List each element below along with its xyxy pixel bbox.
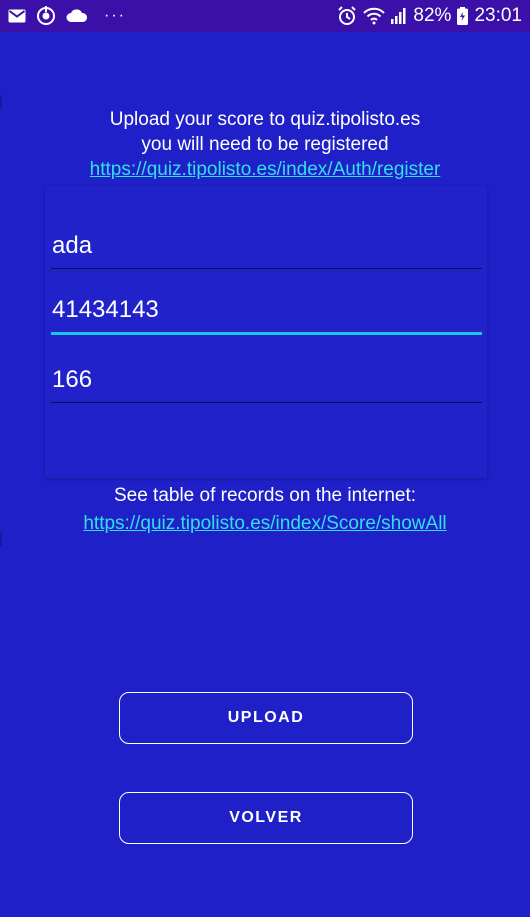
upload-intro: Upload your score to quiz.tipolisto.es y… [0, 107, 530, 182]
score-value: 166 [52, 366, 93, 393]
upload-button[interactable]: UPLOAD [119, 692, 413, 744]
status-more-dots: ··· [104, 7, 126, 24]
alarm-icon [337, 6, 357, 26]
status-bar-left: ··· [8, 6, 126, 26]
records-link[interactable]: https://quiz.tipolisto.es/index/Score/sh… [83, 513, 446, 534]
clock-time: 23:01 [474, 5, 522, 26]
score-field[interactable]: 166 [51, 363, 482, 403]
score-form-card: ada 41434143 166 [45, 186, 487, 478]
volver-button[interactable]: VOLVER [119, 792, 413, 844]
username-value: ada [52, 232, 93, 259]
wifi-icon [363, 7, 386, 25]
intro-line-2: you will need to be registered [141, 134, 389, 155]
records-section: See table of records on the internet: ht… [0, 482, 530, 538]
battery-icon [457, 7, 469, 25]
password-value: 41434143 [52, 296, 159, 323]
mail-icon [8, 9, 26, 23]
cloud-icon [66, 9, 88, 23]
status-bar: ··· 82% 23:01 [0, 0, 530, 32]
password-field[interactable]: 41434143 [51, 295, 482, 335]
signal-icon [391, 8, 407, 24]
status-bar-right: 82% 23:01 [337, 5, 522, 27]
username-field[interactable]: ada [51, 229, 482, 269]
intro-line-1: Upload your score to quiz.tipolisto.es [109, 109, 421, 130]
register-link[interactable]: https://quiz.tipolisto.es/index/Auth/reg… [90, 159, 441, 180]
battery-percent: 82% [413, 5, 452, 26]
sync-icon [36, 6, 56, 26]
records-text: See table of records on the internet: [113, 485, 417, 506]
